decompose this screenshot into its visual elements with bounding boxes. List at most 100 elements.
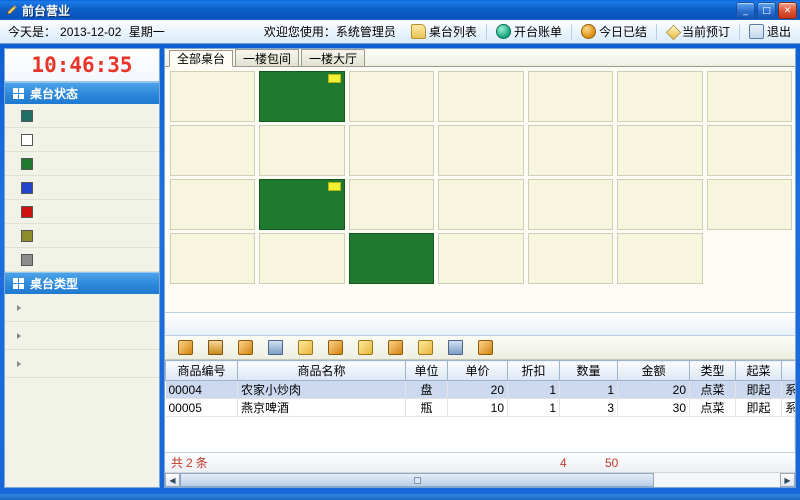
table-cell[interactable] xyxy=(349,71,434,122)
action-button-并台[interactable] xyxy=(353,337,381,359)
content-area: 10:46:35 桌台状态 桌台类型 全部桌台一楼包间一楼大厅 商品编号商品名称… xyxy=(0,44,800,494)
table-cell[interactable] xyxy=(707,71,792,122)
amount-total: 50 xyxy=(605,456,618,470)
status-row[interactable] xyxy=(5,128,159,152)
table-type-row[interactable] xyxy=(5,294,159,322)
scrollbar-thumb[interactable] xyxy=(180,473,654,487)
cell-unit: 盘 xyxy=(406,381,448,399)
open-bill-button[interactable]: 开台账单 xyxy=(490,21,568,43)
exit-button[interactable]: 退出 xyxy=(743,21,797,43)
table-flag-icon xyxy=(328,182,341,191)
column-header-price[interactable]: 单价 xyxy=(448,361,508,381)
table-row[interactable]: 00005燕京啤酒瓶101330点菜即起系统管理员 xyxy=(166,399,796,417)
close-button[interactable]: ✕ xyxy=(778,2,797,19)
column-header-qty[interactable]: 数量 xyxy=(560,361,618,381)
table-cell[interactable] xyxy=(170,125,255,176)
table-cell[interactable] xyxy=(259,71,344,122)
table-cell[interactable] xyxy=(259,233,344,284)
column-header-user[interactable]: 操作用户 xyxy=(782,361,796,381)
cell-qty: 1 xyxy=(560,381,618,399)
table-status-title: 桌台状态 xyxy=(30,85,78,102)
action-button-退出团体[interactable] xyxy=(413,337,441,359)
screen-icon xyxy=(448,340,463,355)
horizontal-scrollbar[interactable]: ◀ ▶ xyxy=(165,472,795,487)
table-cell[interactable] xyxy=(170,233,255,284)
scroll-right-icon[interactable]: ▶ xyxy=(780,473,795,487)
yellow-folder-icon xyxy=(418,340,433,355)
top-toolbar-right: 欢迎您使用：系统管理员 桌台列表 开台账单 今日已结 当前预订 xyxy=(264,21,798,43)
settled-today-label: 今日已结 xyxy=(599,23,647,40)
order-items-table: 商品编号商品名称单位单价折扣数量金额类型起菜操作用户 00004农家小炒肉盘20… xyxy=(165,360,795,417)
action-button-点菜[interactable] xyxy=(263,337,291,359)
status-color-swatch xyxy=(21,254,33,266)
current-reservation-button[interactable]: 当前预订 xyxy=(660,21,736,43)
scrollbar-grip xyxy=(414,477,421,484)
table-cell[interactable] xyxy=(349,179,434,230)
table-cell[interactable] xyxy=(707,125,792,176)
table-cell[interactable] xyxy=(438,125,523,176)
table-cell[interactable] xyxy=(707,179,792,230)
table-cell[interactable] xyxy=(528,71,613,122)
action-button-预订[interactable] xyxy=(233,337,261,359)
table-cell[interactable] xyxy=(170,179,255,230)
orange-folder-icon xyxy=(238,340,253,355)
table-row[interactable]: 00004农家小炒肉盘201120点菜即起系统管理员 xyxy=(166,381,796,399)
status-row[interactable] xyxy=(5,248,159,272)
window-controls: _ □ ✕ xyxy=(736,2,797,19)
status-row[interactable] xyxy=(5,152,159,176)
table-cell[interactable] xyxy=(259,125,344,176)
column-header-amount[interactable]: 金额 xyxy=(618,361,690,381)
table-type-header: 桌台类型 xyxy=(5,272,159,294)
scrollbar-track[interactable] xyxy=(180,473,780,487)
table-cell[interactable] xyxy=(438,179,523,230)
table-list-button[interactable]: 桌台列表 xyxy=(405,21,483,43)
exit-icon xyxy=(749,24,764,39)
action-button-加入团体[interactable] xyxy=(383,337,411,359)
action-button-结账[interactable] xyxy=(293,337,321,359)
tab-1[interactable]: 一楼包间 xyxy=(235,49,299,66)
status-row[interactable] xyxy=(5,176,159,200)
action-button-转台[interactable] xyxy=(323,337,351,359)
action-toolbar xyxy=(165,336,795,360)
status-row[interactable] xyxy=(5,104,159,128)
minimize-button[interactable]: _ xyxy=(736,2,755,19)
table-cell[interactable] xyxy=(528,125,613,176)
table-type-row[interactable] xyxy=(5,322,159,350)
table-cell[interactable] xyxy=(617,179,702,230)
status-row[interactable] xyxy=(5,200,159,224)
maximize-button[interactable]: □ xyxy=(757,2,776,19)
table-cell[interactable] xyxy=(617,71,702,122)
action-button-团体开台[interactable] xyxy=(203,337,231,359)
column-header-name[interactable]: 商品名称 xyxy=(238,361,406,381)
action-button-more[interactable] xyxy=(473,337,501,359)
table-cell[interactable] xyxy=(617,233,702,284)
today-info: 今天是：2013-12-02 星期一 xyxy=(8,23,165,40)
scroll-left-icon[interactable]: ◀ xyxy=(165,473,180,487)
table-cell[interactable] xyxy=(170,71,255,122)
table-cell[interactable] xyxy=(617,125,702,176)
yellow-folder-icon xyxy=(298,340,313,355)
status-row[interactable] xyxy=(5,224,159,248)
orange-folder-icon xyxy=(478,340,493,355)
tab-0[interactable]: 全部桌台 xyxy=(169,50,233,67)
column-header-unit[interactable]: 单位 xyxy=(406,361,448,381)
action-button-取消账单[interactable] xyxy=(443,337,471,359)
settled-today-button[interactable]: 今日已结 xyxy=(575,21,653,43)
table-cell[interactable] xyxy=(528,233,613,284)
tab-2[interactable]: 一楼大厅 xyxy=(301,49,365,66)
table-cell[interactable] xyxy=(528,179,613,230)
column-header-code[interactable]: 商品编号 xyxy=(166,361,238,381)
table-cell[interactable] xyxy=(349,125,434,176)
table-type-title: 桌台类型 xyxy=(30,275,78,292)
table-type-row[interactable] xyxy=(5,350,159,378)
window-title: 前台营业 xyxy=(22,2,70,19)
table-cell[interactable] xyxy=(438,71,523,122)
table-cell[interactable] xyxy=(438,233,523,284)
order-items-panel: 商品编号商品名称单位单价折扣数量金额类型起菜操作用户 00004农家小炒肉盘20… xyxy=(165,360,795,452)
column-header-type[interactable]: 类型 xyxy=(690,361,736,381)
column-header-discount[interactable]: 折扣 xyxy=(508,361,560,381)
table-cell[interactable] xyxy=(349,233,434,284)
table-cell[interactable] xyxy=(259,179,344,230)
action-button-开台[interactable] xyxy=(173,337,201,359)
column-header-serve[interactable]: 起菜 xyxy=(736,361,782,381)
